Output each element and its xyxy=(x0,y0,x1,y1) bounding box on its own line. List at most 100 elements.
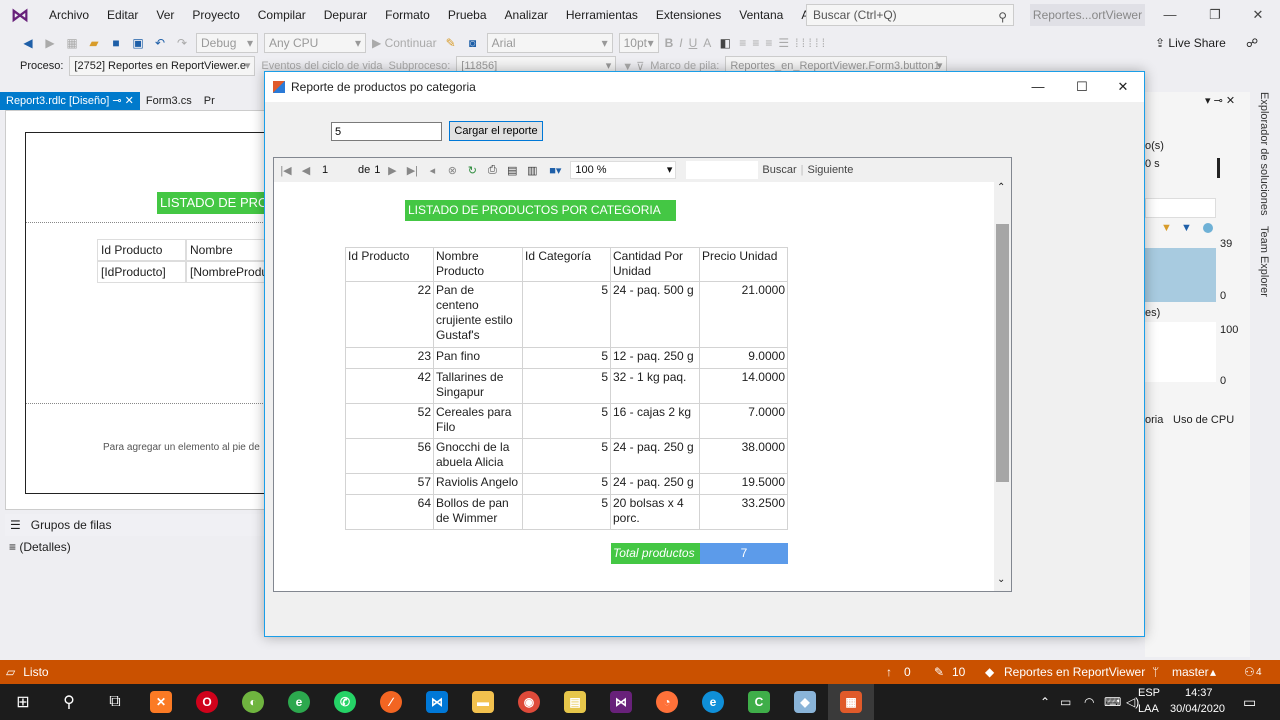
opera-icon[interactable]: O xyxy=(184,684,230,720)
menu-ventana[interactable]: Ventana xyxy=(730,0,792,30)
camtasia-icon[interactable]: C xyxy=(736,684,782,720)
tray-chevron-up-icon[interactable]: ⌃ xyxy=(1040,695,1050,709)
solution-explorer-tab[interactable]: Explorador de soluciones xyxy=(1258,92,1270,216)
save-all-icon[interactable]: ▣ xyxy=(130,35,146,51)
export-icon[interactable]: ■▾ xyxy=(544,164,566,177)
report-design-page[interactable] xyxy=(25,132,265,494)
visual-studio-icon[interactable]: ⋈ xyxy=(598,684,644,720)
live-share-button[interactable]: ⇪ Live Share xyxy=(1155,36,1226,50)
italic-icon[interactable]: I xyxy=(679,36,682,50)
next-link[interactable]: Siguiente xyxy=(807,164,853,176)
vscode-icon[interactable]: ⋈ xyxy=(414,684,460,720)
previous-page-icon[interactable]: ◀ xyxy=(298,164,314,177)
sql-server-icon[interactable]: ▤ xyxy=(552,684,598,720)
scrollbar-thumb[interactable] xyxy=(996,224,1009,482)
form-title-bar[interactable]: Reporte de productos po categoria — ☐ ✕ xyxy=(265,72,1144,102)
feedback-icon[interactable]: ☍ xyxy=(1246,36,1258,50)
repo-icon[interactable]: ◆ xyxy=(985,665,994,679)
find-input[interactable] xyxy=(686,161,759,179)
edge-icon[interactable]: e xyxy=(690,684,736,720)
design-field-cell[interactable]: [NombreProdu xyxy=(186,261,265,283)
start-icon[interactable]: ⊞ xyxy=(0,684,46,720)
xampp-icon[interactable]: ✕ xyxy=(138,684,184,720)
app-blue-icon[interactable]: ◆ xyxy=(782,684,828,720)
first-page-icon[interactable]: |◀ xyxy=(278,164,294,177)
chrome-icon[interactable]: ◉ xyxy=(506,684,552,720)
scroll-up-icon[interactable]: ⌃ xyxy=(997,182,1005,193)
close-icon[interactable]: ✕ xyxy=(1238,2,1278,28)
chevron-up-icon[interactable]: ▴ xyxy=(1210,665,1216,679)
platform-select[interactable]: Any CPU xyxy=(264,33,366,53)
branch-name[interactable]: master xyxy=(1172,665,1209,679)
form-close-icon[interactable]: ✕ xyxy=(1101,72,1145,102)
tab-program[interactable]: Pr xyxy=(198,92,221,110)
bold-icon[interactable]: B xyxy=(665,36,674,50)
search-icon[interactable]: ⚲ xyxy=(46,684,92,720)
panel-menu-icons[interactable]: ▾ ⊸ ✕ xyxy=(1205,94,1235,107)
print-layout-icon[interactable]: ▤ xyxy=(504,164,520,177)
menu-editar[interactable]: Editar xyxy=(98,0,147,30)
align-left-icon[interactable]: ≡ xyxy=(739,36,746,50)
design-field-cell[interactable]: [IdProducto] xyxy=(97,261,186,283)
details-group[interactable]: ≡ (Detalles) xyxy=(5,538,265,558)
load-report-button[interactable]: Cargar el reporte xyxy=(449,121,543,141)
app-green-icon[interactable]: ◐ xyxy=(230,684,276,720)
menu-analizar[interactable]: Analizar xyxy=(496,0,557,30)
clock-time[interactable]: 14:37 xyxy=(1185,687,1213,699)
category-input[interactable] xyxy=(331,122,442,141)
find-link[interactable]: Buscar xyxy=(762,164,796,176)
tab-close-icon[interactable]: ✕ xyxy=(125,95,134,107)
battery-icon[interactable]: ▭ xyxy=(1060,695,1071,709)
push-count[interactable]: 0 xyxy=(904,665,911,679)
push-icon[interactable]: ↑ xyxy=(886,665,892,679)
redo-icon[interactable]: ↷ xyxy=(174,35,190,51)
task-view-icon[interactable]: ⧉ xyxy=(92,684,138,720)
app-orange-icon[interactable]: ∕ xyxy=(368,684,414,720)
whatsapp-icon[interactable]: ✆ xyxy=(322,684,368,720)
design-header-cell[interactable]: Nombre xyxy=(186,239,265,261)
menu-prueba[interactable]: Prueba xyxy=(439,0,496,30)
screenshot-icon[interactable]: ◙ xyxy=(465,35,481,51)
continue-button[interactable]: ▶ Continuar xyxy=(372,36,437,50)
list-icon[interactable]: ☰ xyxy=(778,36,789,50)
app-recycle-icon[interactable]: e xyxy=(276,684,322,720)
undo-icon[interactable]: ↶ xyxy=(152,35,168,51)
underline-icon[interactable]: U xyxy=(689,36,698,50)
open-folder-icon[interactable]: ▰ xyxy=(86,35,102,51)
form-minimize-icon[interactable]: — xyxy=(1016,72,1060,102)
repository-name[interactable]: Reportes en ReportViewer xyxy=(1004,665,1145,679)
file-explorer-icon[interactable]: ▬ xyxy=(460,684,506,720)
changes-count[interactable]: 10 xyxy=(952,665,965,679)
language-code[interactable]: ESP xyxy=(1138,687,1160,699)
pencil-icon[interactable]: ✎ xyxy=(934,665,944,679)
solution-context-button[interactable]: Reportes...ortViewer xyxy=(1030,4,1145,26)
tab-events[interactable]: oria xyxy=(1145,414,1163,426)
search-input[interactable]: Buscar (Ctrl+Q) ⚲ xyxy=(806,4,1014,26)
font-size-select[interactable]: 10pt xyxy=(618,33,659,53)
firefox-icon[interactable]: ◔ xyxy=(644,684,690,720)
menu-herramientas[interactable]: Herramientas xyxy=(557,0,647,30)
print-icon[interactable]: ⎙ xyxy=(484,164,500,177)
font-select[interactable]: Arial xyxy=(486,33,613,53)
find-in-files-icon[interactable]: ✎ xyxy=(443,35,459,51)
menu-formato[interactable]: Formato xyxy=(376,0,439,30)
layout-icons[interactable]: ⁞ ⁞ ⁞ ⁞ ⁞ xyxy=(795,36,825,50)
align-right-icon[interactable]: ≡ xyxy=(765,36,772,50)
back-to-parent-icon[interactable]: ◂ xyxy=(424,164,440,177)
next-page-icon[interactable]: ▶ xyxy=(384,164,400,177)
tab-report3-design[interactable]: Report3.rdlc [Diseño] ⊸ ✕ xyxy=(0,92,140,110)
panel-filter-input[interactable] xyxy=(1145,198,1216,218)
wifi-icon[interactable]: ◠ xyxy=(1084,695,1094,709)
minimize-icon[interactable]: — xyxy=(1150,2,1190,28)
menu-ver[interactable]: Ver xyxy=(147,0,183,30)
page-setup-icon[interactable]: ▥ xyxy=(524,164,540,177)
tab-cpu-usage[interactable]: Uso de CPU xyxy=(1173,414,1234,426)
current-page-input[interactable]: 1 xyxy=(318,164,354,176)
new-item-icon[interactable]: ▦ xyxy=(64,35,80,51)
design-header-cell[interactable]: Id Producto xyxy=(97,239,186,261)
language-region[interactable]: LAA xyxy=(1138,703,1159,715)
align-center-icon[interactable]: ≡ xyxy=(752,36,759,50)
pin-icon[interactable]: ⊸ xyxy=(112,95,121,107)
menu-extensiones[interactable]: Extensiones xyxy=(647,0,730,30)
refresh-icon[interactable]: ↻ xyxy=(464,164,480,177)
